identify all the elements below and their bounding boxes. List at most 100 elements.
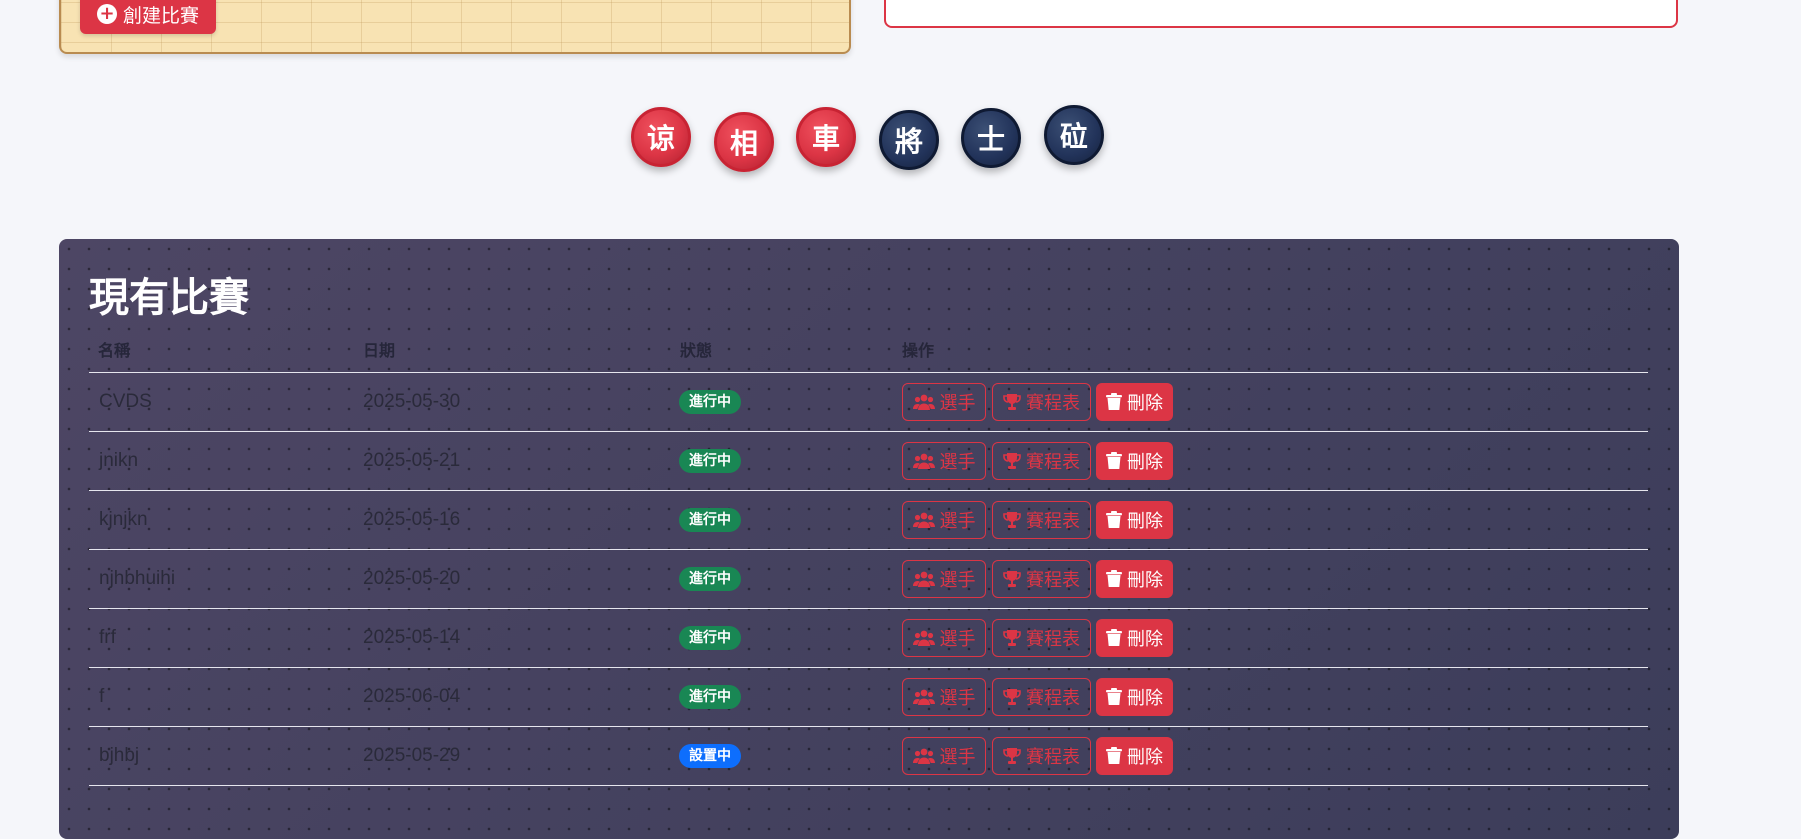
players-button-label: 選手 [939,393,976,414]
tournament-date: 2025-05-14 [363,627,461,648]
players-button-label: 選手 [939,629,976,650]
trophy-icon [1003,393,1021,411]
trash-icon [1106,570,1122,588]
delete-button[interactable]: 刪除 [1096,442,1173,480]
tournament-name: bjhbj [99,745,140,766]
players-button-label: 選手 [939,688,976,709]
trophy-icon [1003,452,1021,470]
tournament-name: frf [99,627,116,648]
status-badge: 進行中 [679,390,741,414]
schedule-button-label: 賽程表 [1026,747,1080,768]
trophy-icon [1003,570,1021,588]
schedule-button[interactable]: 賽程表 [992,737,1091,775]
plus-circle-icon: + [96,4,117,24]
trophy-icon [1003,629,1021,647]
chess-piece: 砬 [1044,105,1104,165]
players-button[interactable]: 選手 [902,442,986,480]
delete-button-label: 刪除 [1127,747,1163,768]
delete-button[interactable]: 刪除 [1096,383,1173,421]
delete-button-label: 刪除 [1127,629,1163,650]
table-row: kjnjkn 2025-05-16 進行中 選手 賽程表 刪除 [89,490,1648,549]
table-row: jnikn 2025-05-21 進行中 選手 賽程表 刪除 [89,431,1648,490]
delete-button[interactable]: 刪除 [1096,678,1173,716]
users-icon [912,571,935,587]
tournament-date: 2025-05-21 [363,450,461,471]
schedule-button[interactable]: 賽程表 [992,678,1091,716]
tournament-name: njhbhuihi [99,568,176,589]
trash-icon [1106,452,1122,470]
players-button[interactable]: 選手 [902,737,986,775]
tournament-name: kjnjkn [99,509,148,530]
trash-icon [1106,747,1122,765]
schedule-button-label: 賽程表 [1026,688,1080,709]
tournament-name: CVDS [99,391,152,412]
delete-button-label: 刪除 [1127,570,1163,591]
tournament-name: f [99,686,105,707]
players-button[interactable]: 選手 [902,619,986,657]
status-badge: 設置中 [679,744,741,768]
schedule-button-label: 賽程表 [1026,629,1080,650]
trash-icon [1106,393,1122,411]
tournament-list-card: 現有比賽 名稱 日期 狀態 操作 CVDS 2025-05-30 進行中 選手 賽程表刪… [59,239,1679,839]
status-badge: 進行中 [679,567,741,591]
schedule-button[interactable]: 賽程表 [992,560,1091,598]
page-title: 現有比賽 [89,275,249,321]
tournament-date: 2025-05-29 [363,745,461,766]
delete-button[interactable]: 刪除 [1096,737,1173,775]
status-badge: 進行中 [679,626,741,650]
trash-icon [1106,511,1122,529]
column-header-actions: 操作 [902,341,935,360]
delete-button[interactable]: 刪除 [1096,501,1173,539]
column-header-name: 名稱 [98,341,131,360]
create-tournament-button[interactable]: + 創建比賽 [80,0,216,34]
tournament-date: 2025-06-04 [363,686,461,707]
table-row: njhbhuihi 2025-05-20 進行中 選手 賽程表 刪除 [89,549,1648,608]
status-badge: 進行中 [679,449,741,473]
delete-button-label: 刪除 [1127,688,1163,709]
chess-piece: 將 [879,110,939,170]
schedule-button-label: 賽程表 [1026,511,1080,532]
users-icon [912,630,935,646]
delete-button-label: 刪除 [1127,393,1163,414]
trophy-icon [1003,511,1021,529]
schedule-button-label: 賽程表 [1026,393,1080,414]
table-row: f 2025-06-04 進行中 選手 賽程表 刪除 [89,667,1648,726]
users-icon [912,512,935,528]
delete-button[interactable]: 刪除 [1096,560,1173,598]
trophy-icon [1003,747,1021,765]
schedule-button-label: 賽程表 [1026,570,1080,591]
delete-button-label: 刪除 [1127,511,1163,532]
status-badge: 進行中 [679,508,741,532]
chess-piece: 車 [796,107,856,167]
trash-icon [1106,629,1122,647]
players-button[interactable]: 選手 [902,678,986,716]
table-row: bjhbj 2025-05-29 設置中 選手 賽程表 刪除 [89,726,1648,786]
schedule-button-label: 賽程表 [1026,452,1080,473]
table-row: frf 2025-05-14 進行中 選手 賽程表 刪除 [89,608,1648,667]
schedule-button[interactable]: 賽程表 [992,619,1091,657]
delete-button[interactable]: 刪除 [1096,619,1173,657]
trophy-icon [1003,688,1021,706]
table-row: CVDS 2025-05-30 進行中 選手 賽程表 刪除 [89,372,1648,431]
chess-piece: 谅 [631,107,691,167]
schedule-button[interactable]: 賽程表 [992,501,1091,539]
users-icon [912,394,935,410]
schedule-button[interactable]: 賽程表 [992,383,1091,421]
schedule-button[interactable]: 賽程表 [992,442,1091,480]
status-badge: 進行中 [679,685,741,709]
players-button[interactable]: 選手 [902,383,986,421]
info-panel [884,0,1678,28]
users-icon [912,689,935,705]
players-button-label: 選手 [939,511,976,532]
users-icon [912,453,935,469]
players-button-label: 選手 [939,452,976,473]
column-header-status: 狀態 [680,341,713,360]
tournament-date: 2025-05-30 [363,391,461,412]
players-button[interactable]: 選手 [902,560,986,598]
players-button[interactable]: 選手 [902,501,986,539]
chess-piece: 士 [961,108,1021,168]
create-tournament-label: 創建比賽 [122,4,199,27]
tournament-name: jnikn [99,450,139,471]
tournament-date: 2025-05-16 [363,509,461,530]
players-button-label: 選手 [939,570,976,591]
